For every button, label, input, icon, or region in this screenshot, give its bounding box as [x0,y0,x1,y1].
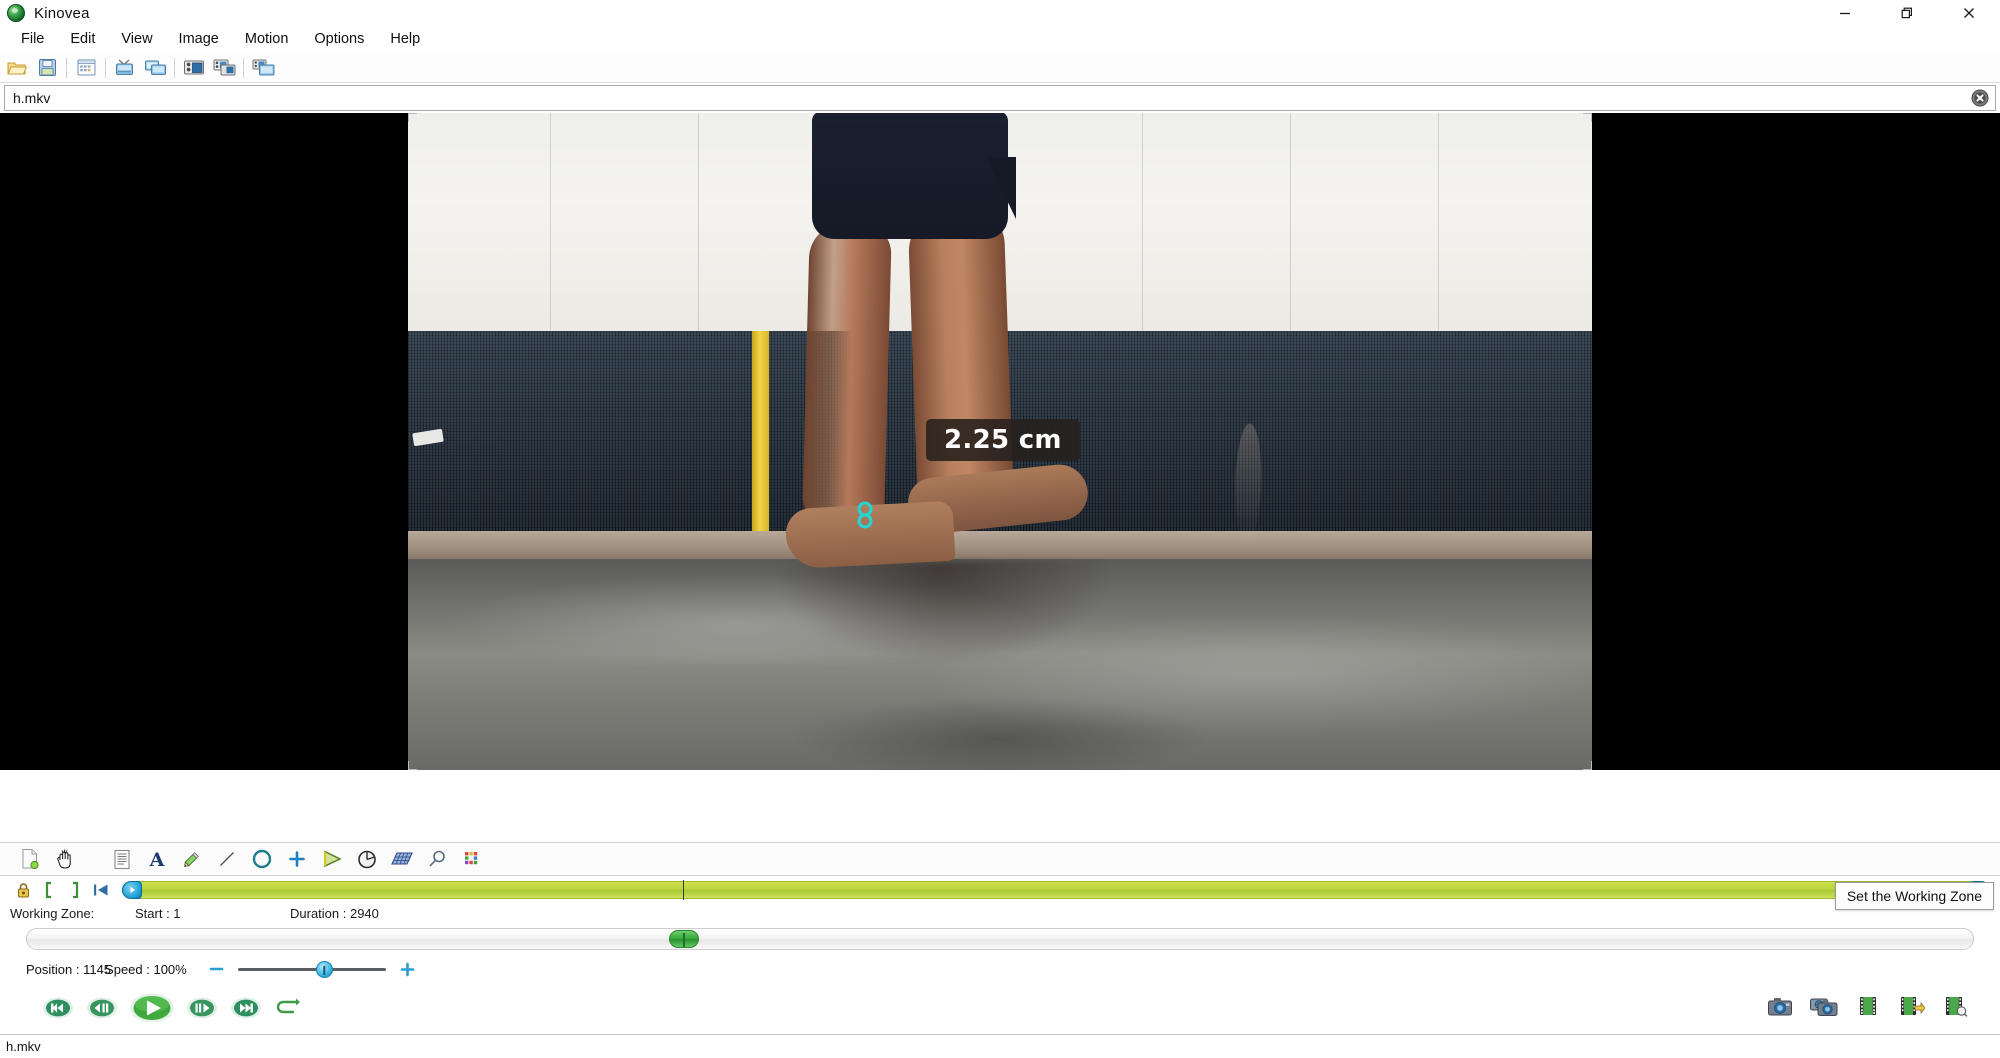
two-playback-screens-button[interactable] [140,54,170,82]
menu-bar: File Edit View Image Motion Options Help [0,26,2000,53]
kinovea-logo-icon [7,4,25,22]
floor-reflection [778,561,1108,661]
page-add-icon[interactable] [12,844,47,874]
menu-view[interactable]: View [108,27,165,51]
working-zone-start-label: Start : 1 [135,905,181,921]
toolbar-separator-3 [174,57,175,78]
status-bar-text: h.mkv [6,1039,41,1054]
svg-text:A: A [148,849,164,870]
working-zone-labels: Working Zone: Start : 1 Duration : 2940 [0,902,2000,924]
set-working-zone-tooltip: Set the Working Zone [1834,882,1994,910]
main-toolbar [0,53,2000,83]
circular-angle-icon[interactable] [349,844,384,874]
yellow-post [752,331,769,531]
save-key-image-button[interactable] [1758,986,1802,1026]
mixed-screens-button[interactable] [248,54,278,82]
frame-handle-br[interactable] [1583,761,1592,770]
menu-motion[interactable]: Motion [232,27,302,51]
toolbar-separator-2 [105,57,106,78]
working-zone-playhead[interactable] [682,880,684,900]
circle-icon[interactable] [244,844,279,874]
last-frame-button[interactable] [224,988,268,1028]
magnifier-icon[interactable] [419,844,454,874]
plus-cross-icon[interactable] [279,844,314,874]
play-button[interactable] [124,988,180,1028]
frame-handle-bl[interactable] [408,761,417,770]
video-frame[interactable]: 2.25 cm [408,113,1592,770]
measure-point-icon[interactable] [856,500,874,530]
working-zone-slider[interactable] [122,880,1990,900]
text-a-icon[interactable]: A [139,844,174,874]
minimize-icon[interactable] [1814,0,1876,26]
menu-help[interactable]: Help [377,27,433,51]
subject-shorts [812,113,1016,239]
drawing-tools-bar: A [0,842,2000,876]
color-palette-icon[interactable] [454,844,489,874]
restore-icon[interactable] [1876,0,1938,26]
first-frame-button[interactable] [36,988,80,1028]
close-circle-icon[interactable] [1971,89,1989,107]
angle-icon[interactable] [314,844,349,874]
working-zone-row [0,876,2000,902]
toolbar-separator-1 [66,57,67,78]
previous-frame-button[interactable] [80,988,124,1028]
save-diaporama-button[interactable] [1934,986,1978,1026]
title-bar: Kinovea [0,0,2000,26]
menu-file[interactable]: File [8,27,57,51]
status-bar: h.mkv [0,1034,2000,1058]
one-playback-screen-button[interactable] [110,54,140,82]
app-title: Kinovea [34,4,90,22]
save-image-sequence-button[interactable] [1802,986,1846,1026]
menu-edit[interactable]: Edit [57,27,108,51]
save-button[interactable] [32,54,62,82]
video-display-area[interactable]: 2.25 cm [0,113,2000,770]
pencil-icon[interactable] [174,844,209,874]
export-buttons-group [1758,986,1978,1026]
menu-options[interactable]: Options [301,27,377,51]
close-icon[interactable] [1938,0,2000,26]
speed-label: Speed : 100% [105,961,187,977]
toolbar-separator-4 [243,57,244,78]
bracket-right-icon[interactable] [62,879,88,901]
note-icon[interactable] [104,844,139,874]
two-capture-screens-button[interactable] [209,54,239,82]
floor-baseboard [408,531,1592,559]
file-explorer-button[interactable] [71,54,101,82]
capture-screen-button[interactable] [179,54,209,82]
position-status-row: Position : 1145 Speed : 100% [0,956,2000,982]
measurement-label[interactable]: 2.25 cm [926,419,1080,461]
playback-controls-row [0,982,2000,1034]
file-name-label: h.mkv [13,90,51,106]
save-video-button[interactable] [1846,986,1890,1026]
frame-handle-tl[interactable] [408,113,417,122]
working-zone-start-handle[interactable] [122,881,142,899]
working-zone-label: Working Zone: [10,905,95,921]
position-label: Position : 1145 [26,961,112,977]
bracket-left-icon[interactable] [36,879,62,901]
position-slider-handle[interactable] [669,930,700,948]
subject-back-leg [802,221,1263,544]
open-file-button[interactable] [2,54,32,82]
position-slider[interactable] [26,928,1974,950]
menu-image[interactable]: Image [166,27,232,51]
save-video-with-pauses-button[interactable] [1890,986,1934,1026]
frame-handle-tr[interactable] [1583,113,1592,122]
plus-icon[interactable] [400,962,415,977]
next-frame-button[interactable] [180,988,224,1028]
working-zone-duration-label: Duration : 2940 [290,905,379,921]
grid-plane-icon[interactable] [384,844,419,874]
padlock-icon[interactable] [10,879,36,901]
loop-button[interactable] [268,988,312,1028]
minus-icon[interactable] [209,963,224,975]
rewind-to-start-icon[interactable] [88,879,114,901]
file-name-bar[interactable]: h.mkv [4,85,1996,111]
speed-slider[interactable] [237,960,386,978]
window-controls [1814,0,2000,26]
hand-icon[interactable] [47,844,82,874]
position-slider-row: Set the Working Zone [0,882,2000,956]
bottom-panel: A Working Zone: Start: 1 Duration: 294… [0,842,2000,1034]
line-icon[interactable] [209,844,244,874]
speed-slider-handle[interactable] [315,960,333,978]
